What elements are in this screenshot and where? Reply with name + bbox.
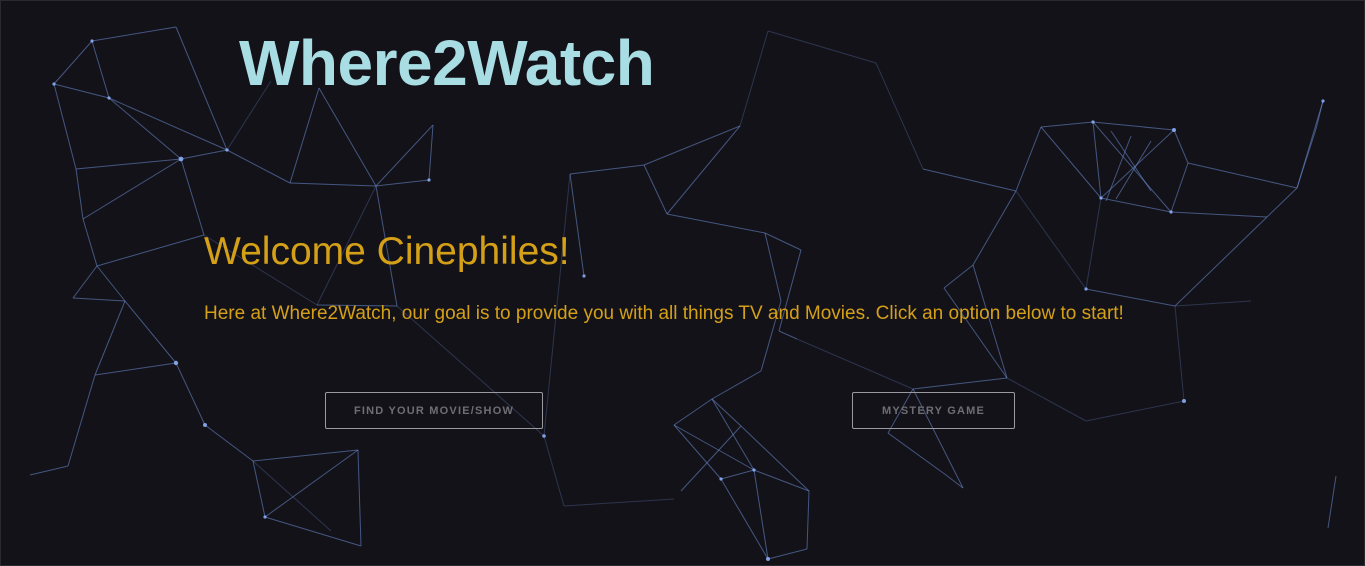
network-cluster-left <box>29 26 545 547</box>
particle-network-background <box>29 26 1337 561</box>
network-cluster-center <box>543 30 924 560</box>
intro-text: Here at Where2Watch, our goal is to prov… <box>204 303 1124 324</box>
site-title: Where2Watch <box>239 27 655 99</box>
welcome-heading: Welcome Cinephiles! <box>204 230 570 273</box>
find-movie-show-button[interactable]: FIND YOUR MOVIE/SHOW <box>325 392 543 429</box>
app-frame: Where2Watch Welcome Cinephiles! Here at … <box>0 0 1365 566</box>
mystery-game-button[interactable]: MYSTERY GAME <box>852 392 1015 429</box>
